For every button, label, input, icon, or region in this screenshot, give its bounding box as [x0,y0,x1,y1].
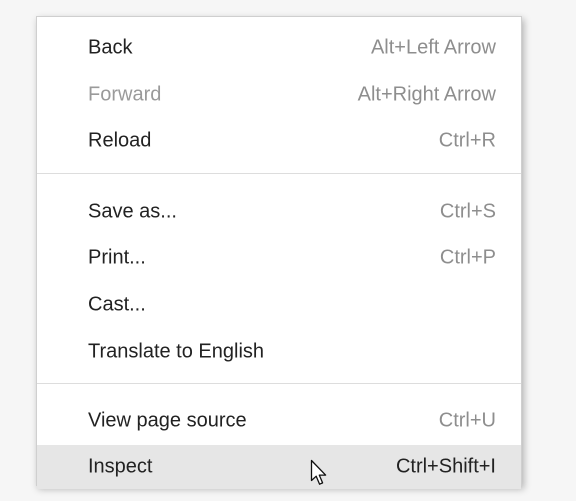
arrow-pointer-icon [310,459,327,485]
menu-item-shortcut: Alt+Left Arrow [370,36,496,59]
menu-item-forward: Forward Alt+Right Arrow [37,73,521,117]
menu-item-cast[interactable]: Cast... [37,283,521,327]
menu-item-label: Forward [88,83,162,106]
menu-item-label: Save as... [88,200,177,223]
menu-item-label: View page source [88,409,247,432]
menu-item-shortcut: Ctrl+P [439,246,496,269]
menu-item-label: Reload [88,129,152,152]
menu-item-label: Print... [88,246,146,269]
menu-item-label: Inspect [88,455,153,478]
menu-item-view-page-source[interactable]: View page source Ctrl+U [37,399,521,443]
menu-item-shortcut: Ctrl+S [439,200,496,223]
menu-item-inspect[interactable]: Inspect Ctrl+Shift+I [37,445,521,489]
menu-item-shortcut: Ctrl+Shift+I [395,455,496,478]
menu-item-save-as[interactable]: Save as... Ctrl+S [37,190,521,234]
menu-item-shortcut: Alt+Right Arrow [357,83,496,106]
menu-item-shortcut: Ctrl+R [438,129,496,152]
menu-item-label: Translate to English [88,340,265,363]
menu-item-back[interactable]: Back Alt+Left Arrow [37,26,521,70]
menu-item-reload[interactable]: Reload Ctrl+R [37,119,521,163]
menu-separator [37,383,521,384]
menu-item-shortcut: Ctrl+U [438,409,496,432]
menu-item-translate[interactable]: Translate to English [37,330,521,374]
menu-item-print[interactable]: Print... Ctrl+P [37,236,521,280]
menu-item-label: Cast... [88,293,146,316]
menu-item-label: Back [88,36,133,59]
context-menu: Back Alt+Left Arrow Forward Alt+Right Ar… [36,16,522,489]
menu-separator [37,173,521,174]
